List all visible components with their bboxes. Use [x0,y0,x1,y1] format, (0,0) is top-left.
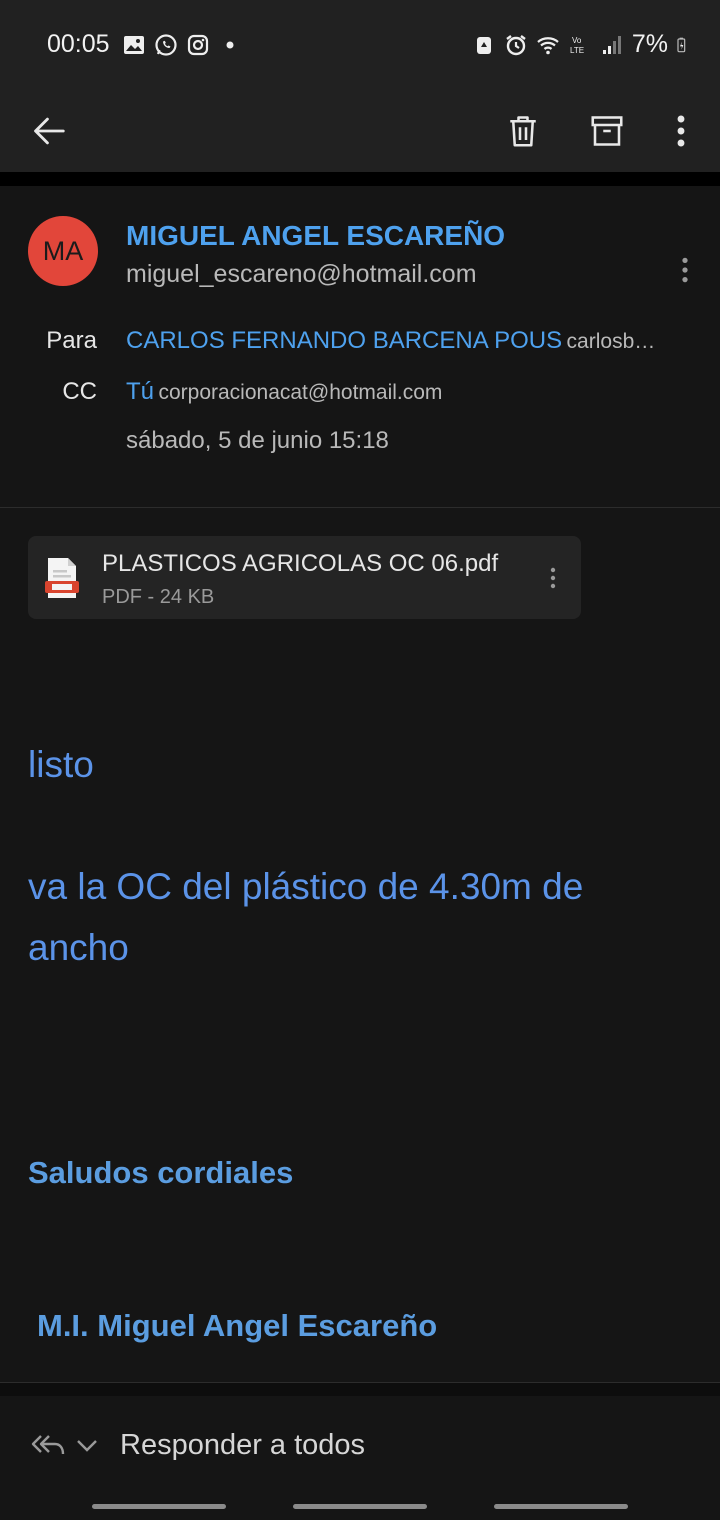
to-recipient[interactable]: CARLOS FERNANDO BARCENA POUS carlosb… [126,327,686,355]
signal-icon [602,35,621,54]
arrow-left-icon [34,117,65,145]
system-icons: Vo LTE 7% [472,30,692,59]
delete-button[interactable] [494,102,552,160]
gallery-icon [124,36,144,54]
back-button[interactable] [20,102,78,160]
more-options-button[interactable] [652,102,710,160]
battery-percent: 7% [631,30,668,58]
body-line-1: listo [28,744,94,785]
attachment-more-button[interactable] [542,556,564,600]
dot-icon [226,41,234,49]
trash-icon [510,116,536,147]
vertical-dots-icon [677,115,685,147]
body-greeting: Saludos cordiales [28,1155,294,1190]
attachment-meta: PDF - 24 KB [102,586,215,608]
svg-text:Vo: Vo [572,36,582,45]
pdf-file-icon [45,558,79,598]
body-line-2: va la OC del plástico de 4.30m de [28,866,584,907]
attachment-card[interactable]: PLASTICOS AGRICOLAS OC 06.pdf PDF - 24 K… [28,536,581,619]
recycle-icon [476,36,491,54]
reply-bar: Responder a todos [0,1396,720,1520]
reply-divider [0,1382,720,1396]
body-line-3: ancho [28,927,129,968]
vertical-dots-icon [682,257,688,283]
chevron-down-icon[interactable] [74,1434,100,1456]
message-more-button[interactable] [670,250,700,290]
status-time: 00:05 [47,30,110,58]
to-label: Para [46,327,97,354]
cc-recipient-address: corporacionacat@hotmail.com [158,381,443,404]
cc-recipient-name: Tú [126,378,155,405]
archive-button[interactable] [578,102,636,160]
alarm-icon [506,34,526,55]
instagram-icon [187,34,209,56]
volte-icon: VoLTE [570,36,584,55]
svg-text:LTE: LTE [570,46,584,55]
whatsapp-icon [155,34,177,56]
reply-all-button[interactable]: Responder a todos [120,1429,365,1462]
top-app-bar [0,90,720,172]
nav-button-back[interactable] [494,1504,628,1509]
avatar[interactable]: MA [28,216,98,286]
sender-email: miguel_escareno@hotmail.com [126,260,477,288]
body-signature: M.I. Miguel Angel Escareño [37,1308,438,1343]
archive-icon [591,116,623,146]
battery-charging-icon [677,37,686,52]
cc-recipient[interactable]: Tú corporacionacat@hotmail.com [126,378,686,406]
cc-label: CC [62,378,97,405]
toolbar-divider [0,172,720,186]
message-header: MA MIGUEL ANGEL ESCAREÑO miguel_escareno… [0,186,720,508]
attachment-name: PLASTICOS AGRICOLAS OC 06.pdf [102,550,499,577]
message-date: sábado, 5 de junio 15:18 [126,427,389,454]
wifi-icon [537,36,559,54]
vertical-dots-icon [550,567,556,589]
to-recipient-address: carlosb… [566,330,656,353]
status-bar: 00:05 Vo LTE 7% [0,0,720,90]
nav-button-home[interactable] [293,1504,427,1509]
to-recipient-name: CARLOS FERNANDO BARCENA POUS [126,327,563,354]
nav-button-recents[interactable] [92,1504,226,1509]
sender-name[interactable]: MIGUEL ANGEL ESCAREÑO [126,220,505,252]
notification-icons [122,33,242,57]
reply-all-icon[interactable] [30,1432,66,1460]
